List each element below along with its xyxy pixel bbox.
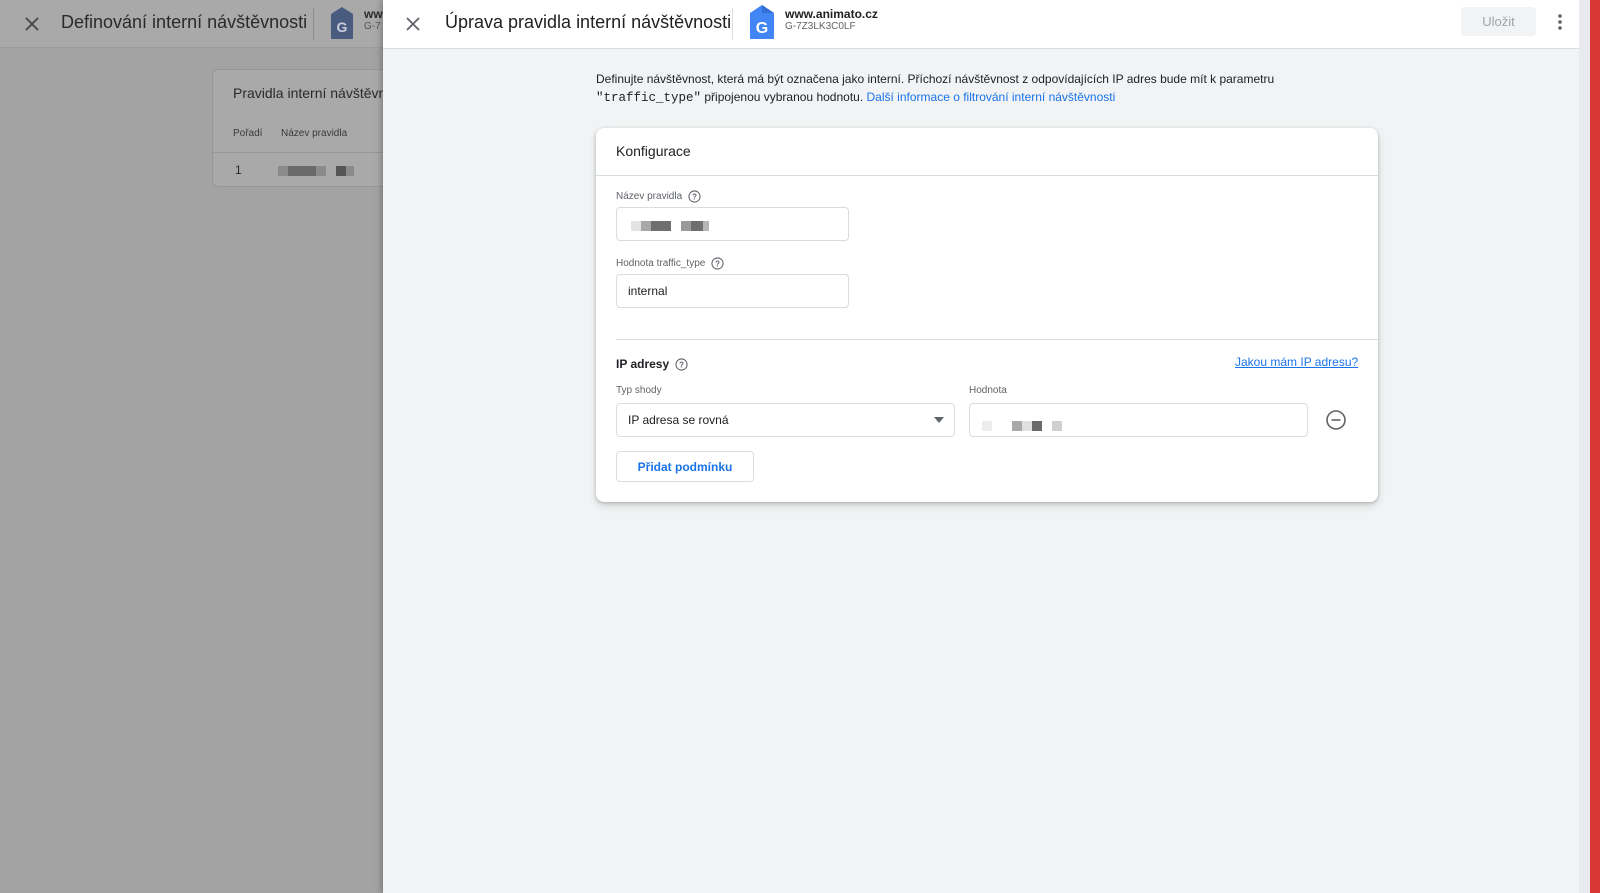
intro-text-part2: připojenou vybranou hodnotu.: [701, 90, 867, 104]
intro-code: "traffic_type": [596, 91, 702, 105]
configuration-card: Konfigurace Název pravidla ? Hodnota tra…: [596, 128, 1378, 502]
section-divider: [616, 339, 1378, 340]
background-card-title: Pravidla interní návštěvn: [233, 85, 387, 101]
intro-text-part1: Definujte návštěvnost, která má být ozna…: [596, 72, 1275, 86]
add-condition-button[interactable]: Přidat podmínku: [616, 451, 754, 482]
rule-name-label-text: Název pravidla: [616, 191, 683, 202]
intro-description: Definujte návštěvnost, která má být ozna…: [596, 70, 1316, 107]
rule-name-input[interactable]: [616, 207, 849, 241]
more-vert-icon[interactable]: [1548, 10, 1572, 34]
drawer-header: Úprava pravidla interní návštěvnosti G w…: [383, 0, 1579, 49]
table-row-order: 1: [235, 163, 242, 177]
remove-circle-icon[interactable]: [1325, 409, 1347, 431]
help-circle-icon[interactable]: ?: [711, 257, 724, 270]
google-analytics-tag-icon: G: [750, 5, 774, 39]
background-title: Definování interní návštěvnosti: [61, 12, 308, 32]
traffic-type-label-text: Hodnota traffic_type: [616, 258, 706, 269]
ip-value-input[interactable]: [969, 403, 1308, 437]
help-circle-icon[interactable]: ?: [675, 357, 688, 371]
google-analytics-tag-icon: G: [331, 7, 353, 39]
property-id: G-7Z3LK3C0LF: [785, 21, 856, 32]
column-rule-name: Název pravidla: [281, 128, 348, 139]
what-is-my-ip-link[interactable]: Jakou mám IP adresu?: [1235, 355, 1358, 369]
header-divider: [732, 8, 733, 40]
edit-rule-drawer: Úprava pravidla interní návštěvnosti G w…: [383, 0, 1579, 893]
background-property-name: ww: [364, 7, 383, 21]
help-circle-icon[interactable]: ?: [688, 190, 701, 203]
traffic-type-label: Hodnota traffic_type ?: [616, 257, 724, 270]
close-icon: [25, 17, 39, 31]
background-property-id: G-7: [364, 21, 381, 32]
rule-name-label: Název pravidla ?: [616, 190, 701, 203]
learn-more-link[interactable]: Další informace o filtrování interní náv…: [867, 90, 1116, 104]
svg-text:?: ?: [715, 259, 720, 268]
window-edge: [1590, 0, 1600, 893]
match-type-value: IP adresa se rovná: [628, 413, 729, 427]
redacted-ip-value: [982, 418, 1062, 436]
svg-text:G: G: [337, 19, 348, 35]
traffic-type-input[interactable]: [616, 274, 849, 308]
svg-text:?: ?: [679, 360, 684, 369]
column-order: Pořadí: [233, 128, 263, 139]
card-title: Konfigurace: [616, 143, 691, 159]
match-type-select[interactable]: IP adresa se rovná: [616, 403, 955, 437]
property-name: www.animato.cz: [785, 7, 878, 21]
close-icon[interactable]: [401, 12, 425, 36]
arrow-drop-down-icon: [934, 417, 944, 423]
ip-section-title: IP adresy ?: [616, 357, 688, 371]
match-type-label: Typ shody: [616, 385, 662, 396]
save-button[interactable]: Uložit: [1461, 7, 1536, 36]
card-divider: [596, 175, 1378, 176]
redacted-rule-name-value: [631, 220, 713, 234]
ip-section-title-text: IP adresy: [616, 357, 670, 371]
svg-text:?: ?: [692, 192, 697, 201]
redacted-rule-name: [278, 163, 358, 176]
header-divider: [313, 8, 314, 40]
value-label: Hodnota: [969, 385, 1007, 396]
svg-text:G: G: [756, 20, 768, 37]
drawer-title: Úprava pravidla interní návštěvnosti: [445, 12, 732, 32]
